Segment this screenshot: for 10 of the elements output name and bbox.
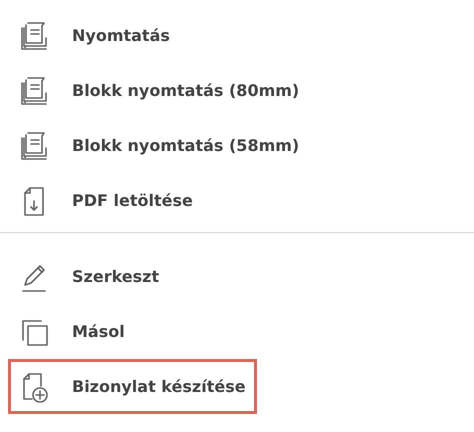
- printer-icon: [19, 130, 49, 162]
- printer-icon: [19, 20, 49, 52]
- menu-item[interactable]: Szerkeszt: [8, 249, 256, 304]
- menu-item[interactable]: Bizonylat készítése: [8, 359, 257, 414]
- printer-icon: [19, 74, 49, 106]
- menu-item[interactable]: PDF letöltése: [8, 173, 256, 228]
- menu-item[interactable]: Másol: [8, 304, 256, 359]
- menu-item[interactable]: Nyomtatás: [8, 8, 256, 63]
- menu-item[interactable]: Blokk nyomtatás (80mm): [8, 63, 310, 118]
- menu-item[interactable]: Blokk nyomtatás (58mm): [8, 118, 310, 173]
